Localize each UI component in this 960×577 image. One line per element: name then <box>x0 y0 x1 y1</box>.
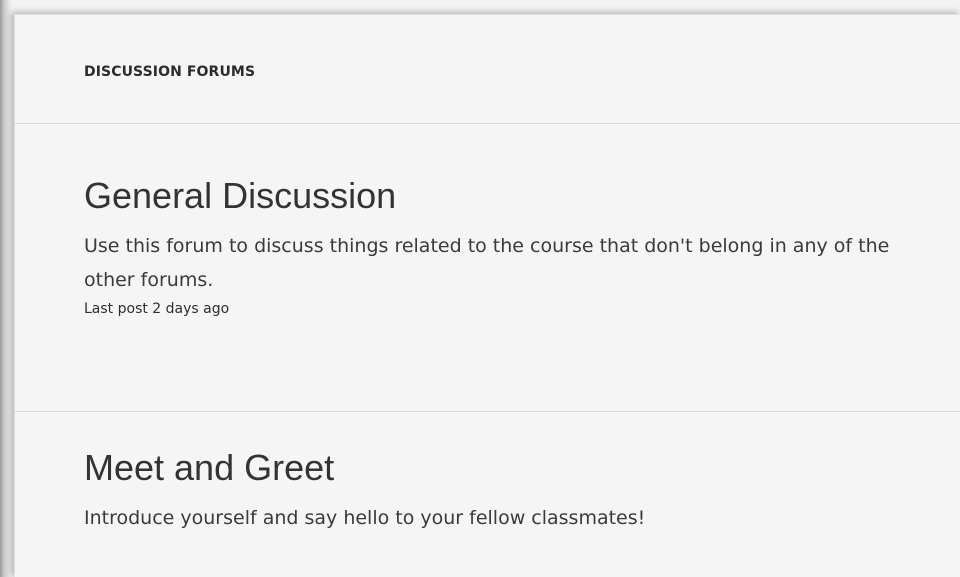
forum-item-meet-and-greet[interactable]: Meet and Greet Introduce yourself and sa… <box>15 412 960 535</box>
forum-item-general-discussion[interactable]: General Discussion Use this forum to dis… <box>15 124 960 412</box>
page-title: DISCUSSION FORUMS <box>84 64 256 80</box>
forum-title-link[interactable]: Meet and Greet <box>84 446 334 489</box>
discussion-forums-panel: DISCUSSION FORUMS General Discussion Use… <box>14 14 960 577</box>
forums-header: DISCUSSION FORUMS <box>15 15 960 124</box>
forum-last-post: Last post 2 days ago <box>84 301 230 318</box>
forum-description: Use this forum to discuss things related… <box>84 235 890 292</box>
forum-description: Introduce yourself and say hello to your… <box>84 507 646 530</box>
forum-title-link[interactable]: General Discussion <box>84 174 396 217</box>
